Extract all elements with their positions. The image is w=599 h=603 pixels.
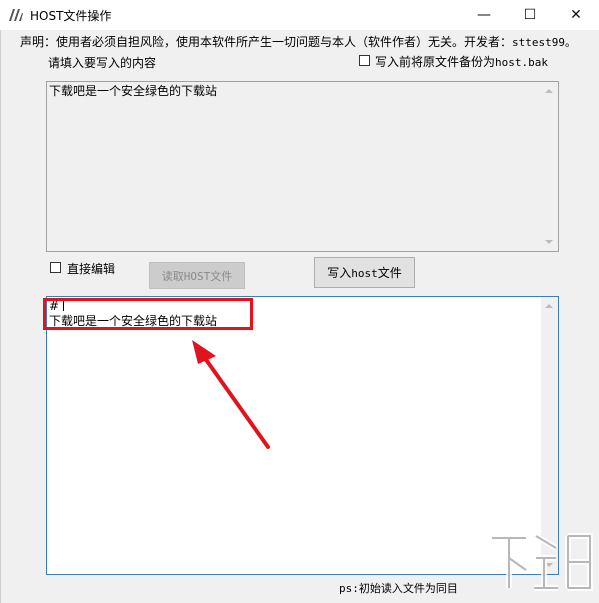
close-icon: ✕ xyxy=(570,7,582,23)
annotation-arrow-icon xyxy=(192,340,270,449)
highlight-box xyxy=(43,298,253,330)
disclaimer-text: 声明：使用者必须自担风险，使用本软件所产生一切问题与本人（软件作者）无关。开发者… xyxy=(20,33,576,50)
minimize-button[interactable]: — xyxy=(461,0,507,30)
maximize-button[interactable]: ☐ xyxy=(507,0,553,30)
close-button[interactable]: ✕ xyxy=(553,0,599,30)
developer-name: sttest99。 xyxy=(512,36,576,49)
app-icon xyxy=(9,9,23,21)
host-editor[interactable]: # 下载吧是一个安全绿色的下载站 xyxy=(46,296,559,575)
input-textarea[interactable]: 下载吧是一个安全绿色的下载站 xyxy=(46,81,559,252)
input-label: 请填入要写入的内容 xyxy=(48,56,157,70)
disclaimer-main: 声明：使用者必须自担风险，使用本软件所产生一切问题与本人（软件作者）无关。开发者… xyxy=(20,35,513,49)
backup-label-file: host.bak xyxy=(495,56,548,69)
read-host-button[interactable]: 读取HOST文件 xyxy=(149,262,245,289)
minimize-icon: — xyxy=(477,7,491,23)
title-bar[interactable]: HOST文件操作 — ☐ ✕ xyxy=(0,0,599,30)
backup-checkbox[interactable] xyxy=(359,55,370,66)
write-host-label: 写入host文件 xyxy=(327,266,402,280)
scroll-down-icon[interactable] xyxy=(545,240,553,244)
scroll-up-icon[interactable] xyxy=(545,304,553,308)
direct-edit-checkbox[interactable] xyxy=(50,262,61,273)
window-title: HOST文件操作 xyxy=(30,9,112,23)
watermark-logo-icon xyxy=(492,533,593,591)
maximize-icon: ☐ xyxy=(523,7,537,23)
input-content: 下载吧是一个安全绿色的下载站 xyxy=(49,84,218,98)
backup-label-prefix: 写入前将原文件备份为 xyxy=(375,55,496,69)
read-host-label: 读取HOST文件 xyxy=(161,269,233,283)
write-host-button[interactable]: 写入host文件 xyxy=(314,257,415,288)
ps-note: ps:初始读入文件为同目 xyxy=(339,582,458,595)
direct-edit-label[interactable]: 直接编辑 xyxy=(67,260,115,277)
scroll-up-icon[interactable] xyxy=(545,89,553,93)
input-scrollbar[interactable] xyxy=(541,82,558,251)
backup-checkbox-label[interactable]: 写入前将原文件备份为host.bak xyxy=(375,53,548,70)
